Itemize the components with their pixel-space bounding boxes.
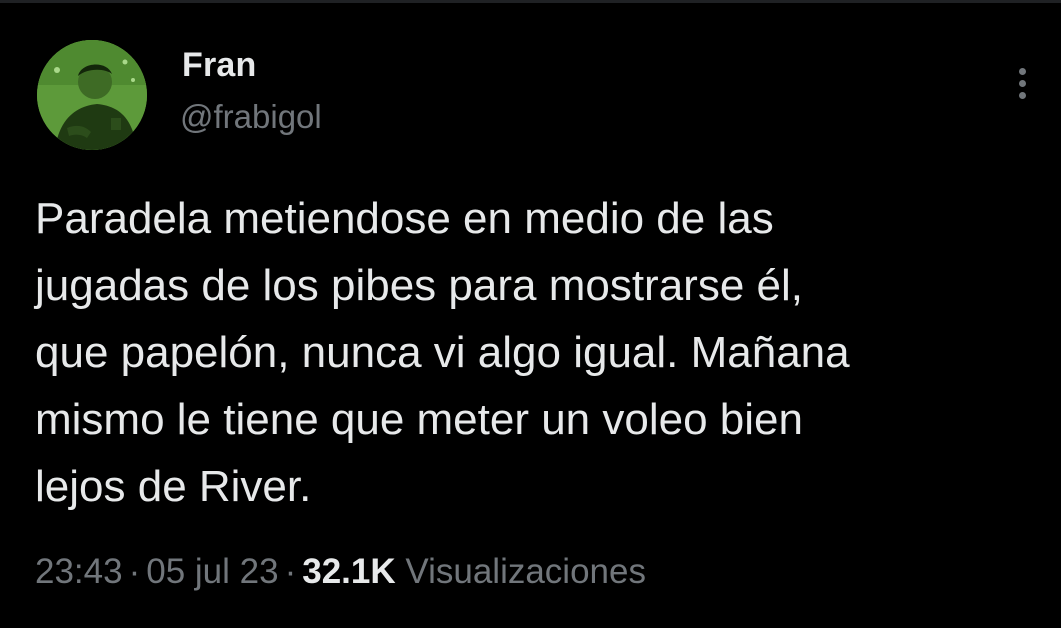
tweet-card: Fran @frabigol Paradela metiendose en me… <box>0 0 1061 628</box>
more-vertical-icon[interactable] <box>1009 66 1037 102</box>
tweet-meta: 23:43 · 05 jul 23 · 32.1K Visualizaciones <box>35 552 646 592</box>
avatar-image <box>37 40 147 150</box>
meta-separator: · <box>128 552 141 591</box>
display-name[interactable]: Fran <box>182 46 256 85</box>
views-label: Visualizaciones <box>405 552 646 591</box>
user-handle[interactable]: @frabigol <box>180 98 322 136</box>
meta-separator: · <box>284 552 297 591</box>
tweet-text: Paradela metiendose en medio de las juga… <box>35 194 850 511</box>
avatar[interactable] <box>37 40 147 150</box>
tweet-time[interactable]: 23:43 <box>35 552 123 591</box>
views-count[interactable]: 32.1K <box>302 552 395 591</box>
tweet-date[interactable]: 05 jul 23 <box>146 552 278 591</box>
